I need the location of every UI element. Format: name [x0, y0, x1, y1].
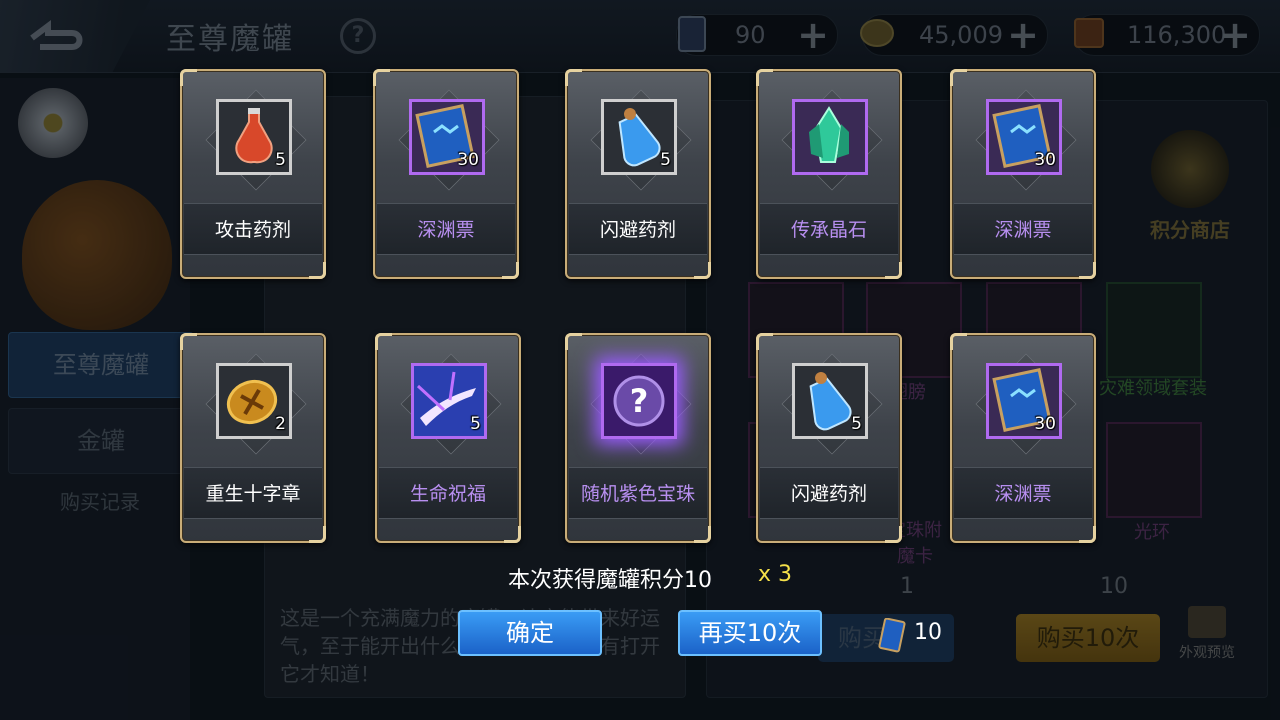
abyss-ticket-icon: 30	[409, 99, 485, 175]
reward-card[interactable]: 2 重生十字章	[180, 333, 326, 543]
reward-quantity: 30	[457, 150, 479, 170]
reward-card[interactable]: 5 闪避药剂	[756, 333, 902, 543]
abyss-ticket-icon: 30	[986, 99, 1062, 175]
evasion-potion-icon: 5	[792, 363, 868, 439]
abyss-ticket-icon	[878, 618, 906, 653]
svg-text:?: ?	[630, 382, 649, 420]
reward-name: 传承晶石	[790, 219, 867, 241]
random-purple-orb-icon: ?	[601, 363, 677, 439]
reward-quantity: 5	[851, 414, 862, 434]
evasion-potion-icon: 5	[601, 99, 677, 175]
reward-card[interactable]: ? 随机紫色宝珠	[565, 333, 711, 543]
reward-card[interactable]: 5 攻击药剂	[180, 69, 326, 279]
reward-name: 攻击药剂	[214, 219, 291, 241]
rebirth-cross-coin-icon: 2	[216, 363, 292, 439]
reward-name: 随机紫色宝珠	[580, 483, 695, 505]
reward-name: 重生十字章	[205, 483, 301, 505]
attack-potion-icon: 5	[216, 99, 292, 175]
reward-quantity: 30	[1034, 414, 1056, 434]
points-earned-text: 本次获得魔罐积分10	[508, 568, 712, 593]
reward-card[interactable]: 30 深渊票	[373, 69, 519, 279]
life-blessing-icon: 5	[411, 363, 487, 439]
buy-again-cost: 10	[914, 620, 942, 645]
reward-quantity: 5	[470, 414, 481, 434]
reward-card[interactable]: 30 深渊票	[950, 333, 1096, 543]
reward-name: 闪避药剂	[599, 219, 676, 241]
reward-name: 闪避药剂	[790, 483, 867, 505]
reward-name: 生命祝福	[409, 483, 486, 505]
abyss-ticket-icon: 30	[986, 363, 1062, 439]
reward-name: 深渊票	[994, 483, 1052, 505]
buy-again-button[interactable]: 再买10次	[678, 610, 822, 656]
reward-name: 深渊票	[417, 219, 475, 241]
reward-card[interactable]: 传承晶石	[756, 69, 902, 279]
reward-card[interactable]: 30 深渊票	[950, 69, 1096, 279]
reward-quantity: 2	[275, 414, 286, 434]
inheritance-crystal-icon	[792, 99, 868, 175]
reward-quantity: 30	[1034, 150, 1056, 170]
confirm-button[interactable]: 确定	[458, 610, 602, 656]
reward-card[interactable]: 5 闪避药剂	[565, 69, 711, 279]
reward-quantity: 5	[275, 150, 286, 170]
points-multiplier: x 3	[758, 562, 793, 587]
reward-card[interactable]: 5 生命祝福	[375, 333, 521, 543]
reward-name: 深渊票	[994, 219, 1052, 241]
reward-quantity: 5	[660, 150, 671, 170]
